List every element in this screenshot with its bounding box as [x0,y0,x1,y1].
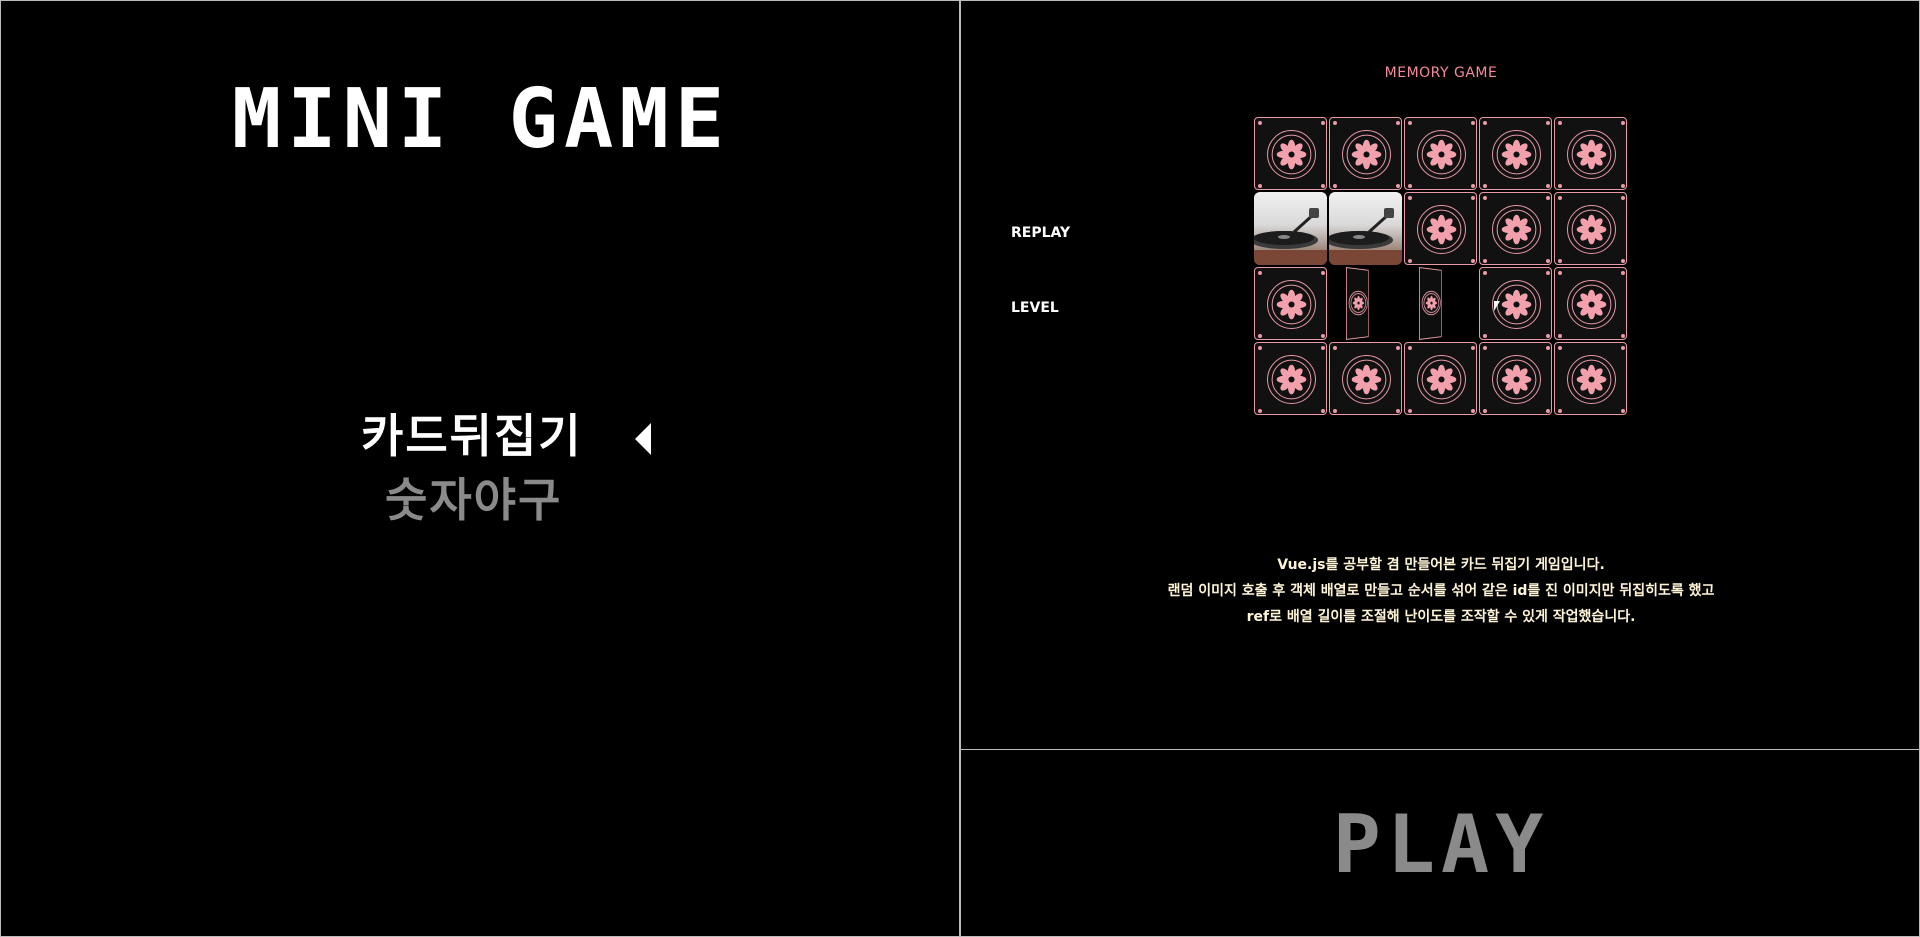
flower-icon [1404,192,1477,265]
card-grid [1253,116,1628,416]
flower-icon [1254,342,1327,415]
description-line: Vue.js를 공부할 겸 만들어본 카드 뒤집기 게임입니다. [1277,557,1605,573]
selector-arrow-icon [635,423,651,455]
card-back[interactable] [1478,116,1553,191]
card-back[interactable] [1328,341,1403,416]
replay-button[interactable]: REPLAY [1011,225,1070,241]
flower-icon [1404,117,1477,190]
flower-icon [1329,117,1402,190]
turntable-image [1329,192,1402,265]
menu-item-number-baseball[interactable]: 숫자야구 [385,477,562,523]
card-flipping[interactable] [1328,266,1403,341]
menu-panel: MINI GAME 카드뒤집기 숫자야구 [0,0,960,937]
turntable-image [1254,192,1327,265]
card-back[interactable] [1478,341,1553,416]
card-flip-side [1346,267,1369,340]
flower-icon [1554,342,1627,415]
flower-icon [1479,267,1552,340]
flower-icon [1554,117,1627,190]
card-revealed[interactable] [1253,191,1328,266]
flower-icon [1254,117,1327,190]
card-revealed[interactable] [1328,191,1403,266]
card-back[interactable] [1478,191,1553,266]
card-back[interactable] [1553,341,1628,416]
flower-icon [1479,117,1552,190]
card-back[interactable] [1553,116,1628,191]
description-line: 랜덤 이미지 호출 후 객체 배열로 만들고 순서를 섞어 같은 id를 진 이… [1167,583,1715,599]
flower-icon [1479,342,1552,415]
level-button[interactable]: LEVEL [1011,300,1059,316]
menu-item-card-flip[interactable]: 카드뒤집기 [361,413,583,459]
card-flipping[interactable] [1403,266,1478,341]
card-back[interactable] [1403,116,1478,191]
description-line: ref로 배열 길이를 조절해 난이도를 조작할 수 있게 작업했습니다. [1246,609,1636,625]
card-back[interactable] [1253,266,1328,341]
flower-icon [1254,267,1327,340]
mouse-cursor-icon [1494,301,1500,311]
flower-icon [1329,342,1402,415]
flower-icon [1554,192,1627,265]
card-back[interactable] [1328,116,1403,191]
flower-icon [1554,267,1627,340]
card-back[interactable] [1253,116,1328,191]
flower-icon [1479,192,1552,265]
card-back[interactable] [1403,341,1478,416]
game-panel: MEMORY GAME REPLAY LEVEL Vue.js를 공부할 겸 만… [960,0,1920,750]
game-title: MEMORY GAME [1384,65,1498,81]
menu-title: MINI GAME [231,72,731,167]
card-back[interactable] [1553,266,1628,341]
flower-icon [1404,342,1477,415]
play-button[interactable]: PLAY [961,798,1920,891]
play-panel: PLAY [960,750,1920,937]
game-description: Vue.js를 공부할 겸 만들어본 카드 뒤집기 게임입니다. 랜덤 이미지 … [961,552,1920,630]
card-back[interactable] [1253,341,1328,416]
card-back[interactable] [1553,191,1628,266]
card-flip-side [1419,267,1442,340]
card-back[interactable] [1403,191,1478,266]
card-back[interactable] [1478,266,1553,341]
